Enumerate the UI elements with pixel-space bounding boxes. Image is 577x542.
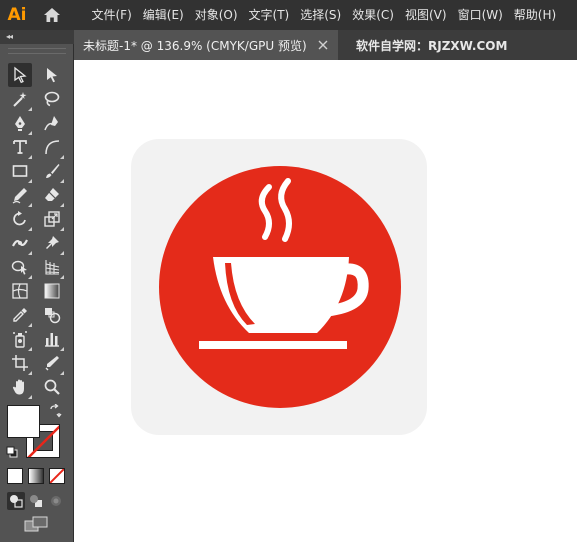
menu-window[interactable]: 窗口(W) (452, 0, 508, 30)
tab-label: 未标题-1* @ 136.9% (CMYK/GPU 预览) (83, 38, 307, 53)
blend-tool-icon[interactable] (40, 303, 64, 327)
shape-builder-tool-icon[interactable] (8, 255, 32, 279)
menu-view[interactable]: 视图(V) (399, 0, 452, 30)
artboard-canvas[interactable] (74, 60, 577, 542)
curvature-tool-icon[interactable] (40, 111, 64, 135)
direct-selection-tool-icon[interactable] (40, 63, 64, 87)
arc-tool-icon[interactable] (40, 135, 64, 159)
width-tool-icon[interactable] (8, 231, 32, 255)
column-graph-tool-icon[interactable] (40, 327, 64, 351)
symbol-sprayer-tool-icon[interactable] (8, 327, 32, 351)
tab-document-inactive[interactable]: 软件自学网：RJZXW.COM (338, 30, 507, 60)
eraser-tool-icon[interactable] (40, 183, 64, 207)
menu-effect[interactable]: 效果(C) (347, 0, 400, 30)
tab-label: 软件自学网：RJZXW.COM (356, 38, 508, 53)
menu-select[interactable]: 选择(S) (295, 0, 347, 30)
menu-file[interactable]: 文件(F) (86, 0, 137, 30)
app-logo[interactable]: Ai (0, 0, 34, 30)
swap-fill-stroke-icon[interactable] (48, 404, 62, 418)
zoom-tool-icon[interactable] (40, 375, 64, 399)
rectangle-tool-icon[interactable] (8, 159, 32, 183)
slice-tool-icon[interactable] (40, 351, 64, 375)
shaper-tool-icon[interactable] (8, 183, 32, 207)
collapse-panel-icon[interactable]: ◂◂ (6, 32, 13, 42)
perspective-grid-tool-icon[interactable] (40, 255, 64, 279)
coffee-cup-icon[interactable] (131, 139, 427, 435)
artboard-tool-icon[interactable] (8, 351, 32, 375)
color-mode-button[interactable] (7, 468, 23, 484)
mesh-tool-icon[interactable] (8, 279, 32, 303)
panel-grip[interactable] (8, 48, 66, 54)
lasso-tool-icon[interactable] (40, 87, 64, 111)
none-mode-button[interactable] (49, 468, 65, 484)
eyedropper-tool-icon[interactable] (8, 303, 32, 327)
draw-normal-icon[interactable] (7, 492, 25, 510)
screen-mode-icon[interactable] (24, 515, 48, 533)
document-tab-strip: 未标题-1* @ 136.9% (CMYK/GPU 预览) 软件自学网：RJZX… (74, 30, 577, 60)
menu-edit[interactable]: 编辑(E) (137, 0, 189, 30)
draw-inside-icon[interactable] (47, 492, 65, 510)
hand-tool-icon[interactable] (8, 375, 32, 399)
puppet-warp-tool-icon[interactable] (40, 231, 64, 255)
menu-object[interactable]: 对象(O) (189, 0, 243, 30)
pen-tool-icon[interactable] (8, 111, 32, 135)
gradient-tool-icon[interactable] (40, 279, 64, 303)
draw-behind-icon[interactable] (27, 492, 45, 510)
home-icon[interactable] (34, 0, 70, 30)
menu-type[interactable]: 文字(T) (243, 0, 295, 30)
fill-swatch[interactable] (7, 405, 40, 438)
paintbrush-tool-icon[interactable] (40, 159, 64, 183)
default-fill-stroke-icon[interactable] (6, 446, 18, 458)
rotate-tool-icon[interactable] (8, 207, 32, 231)
magic-wand-tool-icon[interactable] (8, 87, 32, 111)
close-icon[interactable] (316, 38, 330, 52)
menu-bar: Ai 文件(F) 编辑(E) 对象(O) 文字(T) 选择(S) 效果(C) 视… (0, 0, 577, 30)
type-tool-icon[interactable] (8, 135, 32, 159)
menu-items: 文件(F) 编辑(E) 对象(O) 文字(T) 选择(S) 效果(C) 视图(V… (86, 0, 562, 30)
gradient-mode-button[interactable] (28, 468, 44, 484)
menu-help[interactable]: 帮助(H) (508, 0, 561, 30)
scale-tool-icon[interactable] (40, 207, 64, 231)
tab-document-active[interactable]: 未标题-1* @ 136.9% (CMYK/GPU 预览) (74, 30, 338, 60)
selection-tool-icon[interactable] (8, 63, 32, 87)
